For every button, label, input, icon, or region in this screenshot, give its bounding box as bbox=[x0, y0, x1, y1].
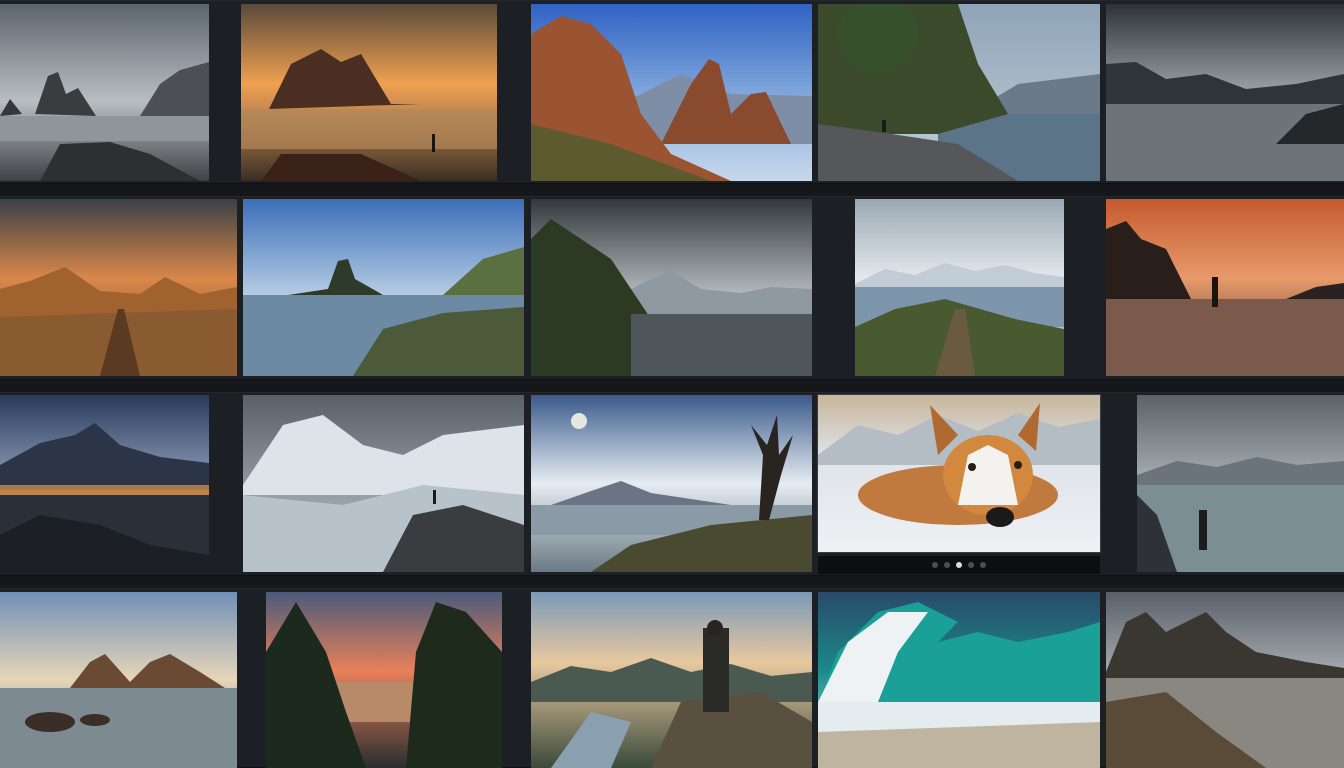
thumbnail-moon-tree-hill[interactable] bbox=[531, 395, 812, 572]
landscape-image bbox=[531, 4, 812, 181]
landscape-image bbox=[1106, 199, 1344, 376]
pager-dot-3[interactable] bbox=[956, 562, 962, 568]
thumbnail-misty-lake-figure[interactable] bbox=[1137, 395, 1344, 572]
landscape-image bbox=[0, 4, 209, 181]
thumbnail-island-peak-bay[interactable] bbox=[243, 199, 524, 376]
thumbnail-cliff-tree-lake[interactable] bbox=[818, 4, 1100, 181]
landscape-image bbox=[1106, 4, 1344, 181]
thumbnail-pine-sunset-lake[interactable] bbox=[266, 592, 502, 768]
landscape-image bbox=[266, 592, 502, 768]
landscape-image bbox=[0, 395, 209, 572]
landscape-image bbox=[0, 592, 237, 768]
carousel-pager bbox=[818, 556, 1100, 574]
pager-dot-1[interactable] bbox=[932, 562, 938, 568]
landscape-image bbox=[531, 592, 812, 768]
pager-dot-4[interactable] bbox=[968, 562, 974, 568]
landscape-image bbox=[531, 395, 812, 572]
thumbnail-turquoise-wave[interactable] bbox=[818, 592, 1100, 768]
thumbnail-stormy-lake-mountains[interactable] bbox=[1106, 4, 1344, 181]
landscape-image bbox=[0, 199, 237, 376]
thumbnail-calm-bay-rocks[interactable] bbox=[0, 592, 237, 768]
thumbnail-red-rock-spires[interactable] bbox=[531, 4, 812, 181]
thumbnail-dog-in-snow[interactable] bbox=[817, 394, 1101, 553]
thumbnail-wanderer-river-valley[interactable] bbox=[531, 592, 812, 768]
thumbnail-sunset-figure-water[interactable] bbox=[1106, 199, 1344, 376]
landscape-image bbox=[818, 4, 1100, 181]
landscape-image bbox=[1106, 592, 1344, 768]
thumbnail-rocky-beach-peaks[interactable] bbox=[1106, 592, 1344, 768]
pager-dot-5[interactable] bbox=[980, 562, 986, 568]
thumbnail-golden-valley-path[interactable] bbox=[0, 199, 237, 376]
pager-dot-2[interactable] bbox=[944, 562, 950, 568]
landscape-image bbox=[531, 199, 812, 376]
thumbnail-misty-sea-stacks[interactable] bbox=[0, 4, 209, 181]
landscape-image bbox=[855, 199, 1064, 376]
thumbnail-night-city-mountain[interactable] bbox=[0, 395, 209, 572]
landscape-image bbox=[243, 395, 524, 572]
image-gallery bbox=[0, 0, 1344, 768]
landscape-image bbox=[243, 199, 524, 376]
dog-image bbox=[818, 395, 1100, 552]
landscape-image bbox=[241, 4, 497, 181]
thumbnail-snowy-lake-trail[interactable] bbox=[855, 199, 1064, 376]
landscape-image bbox=[818, 592, 1100, 768]
landscape-image bbox=[1137, 395, 1344, 572]
thumbnail-forest-stormy-peaks[interactable] bbox=[531, 199, 812, 376]
thumbnail-sunset-shore-figure[interactable] bbox=[241, 4, 497, 181]
thumbnail-snowy-glacier-hiker[interactable] bbox=[243, 395, 524, 572]
